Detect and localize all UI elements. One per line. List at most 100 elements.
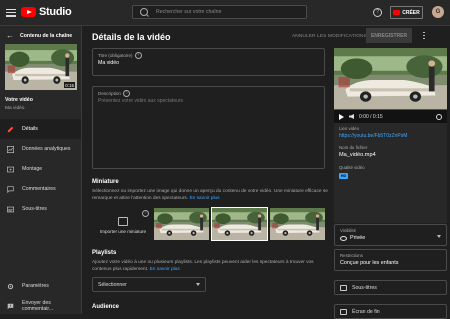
help-icon[interactable]: ? xyxy=(142,210,149,217)
file-name: Ma_vidéo.mp4 xyxy=(339,152,376,158)
playlist-select[interactable]: Sélectionner xyxy=(92,277,206,292)
chevron-down-icon xyxy=(437,235,441,238)
volume-icon[interactable] xyxy=(349,114,354,119)
chevron-down-icon xyxy=(196,283,200,286)
avatar[interactable]: G xyxy=(432,6,444,18)
sidebar-item-subtitles[interactable]: Sous-titres xyxy=(0,199,81,219)
thumbnail-option-3[interactable] xyxy=(270,208,325,240)
player-settings-icon[interactable] xyxy=(436,113,442,120)
save-button[interactable]: ENREGISTRER xyxy=(366,28,412,43)
learn-more-link[interactable]: En savoir plus xyxy=(150,267,180,272)
visibility-label: Visibilité xyxy=(340,228,357,233)
pencil-icon xyxy=(7,126,14,132)
title-field-label: Titre (obligatoire) xyxy=(98,53,133,58)
sidebar-item-label: Paramètres xyxy=(22,283,49,289)
sidebar-item-label: Données analytiques xyxy=(22,146,71,152)
sidebar-bottom: Paramètres Envoyer des commentair... xyxy=(0,276,81,316)
comments-icon xyxy=(7,185,14,193)
restrictions-value: Conçue pour les enfants xyxy=(340,260,399,266)
visibility-select[interactable]: Visibilité Privée xyxy=(334,224,447,246)
duration-badge: 0:15 xyxy=(64,82,75,88)
video-link[interactable]: https://youtu.be/Fb5T0zZnPsM xyxy=(339,133,407,139)
studio-logo[interactable]: Studio xyxy=(21,5,72,19)
create-button[interactable]: CRÉER xyxy=(390,6,423,19)
editor-icon xyxy=(7,166,14,172)
more-options-icon[interactable] xyxy=(423,30,426,41)
sidebar-item-comments[interactable]: Commentaires xyxy=(0,179,81,199)
sidebar-item-editor[interactable]: Montage xyxy=(0,159,81,179)
back-arrow-icon: ← xyxy=(6,31,14,40)
search-placeholder: Rechercher sur votre chaîne xyxy=(156,9,222,15)
restrictions-box[interactable]: Restrictions Conçue pour les enfants xyxy=(334,249,447,271)
sidebar-item-settings[interactable]: Paramètres xyxy=(0,276,81,296)
description-field-label: Description xyxy=(98,91,121,96)
feedback-icon xyxy=(7,303,14,309)
playlists-section-title: Playlists xyxy=(92,250,117,256)
upload-image-icon xyxy=(118,217,128,226)
help-icon[interactable]: ? xyxy=(373,8,382,17)
thumbnail-option-2[interactable] xyxy=(211,207,268,241)
thumbnail-description: Sélectionnez ou importez une image qui d… xyxy=(92,188,328,202)
player-controls: 0:00 / 0:15 xyxy=(334,110,447,123)
subtitles-button[interactable]: Sous-titres xyxy=(334,280,447,295)
player-time: 0:00 / 0:15 xyxy=(359,113,383,120)
sidebar-item-label: Commentaires xyxy=(22,186,56,192)
playlists-description: Ajoutez votre vidéo à une ou plusieurs p… xyxy=(92,259,328,273)
subtitles-icon xyxy=(7,206,14,212)
learn-more-link[interactable]: En savoir plus xyxy=(189,196,219,201)
help-icon[interactable]: ? xyxy=(122,90,130,97)
search-input[interactable]: Rechercher sur votre chaîne xyxy=(132,5,307,19)
play-icon[interactable] xyxy=(339,113,344,120)
restrictions-label: Restrictions xyxy=(340,253,363,258)
video-link-label: Lien vidéo xyxy=(339,126,360,131)
create-label: CRÉER xyxy=(402,9,420,16)
end-screen-button[interactable]: Écran de fin xyxy=(334,304,447,319)
video-player[interactable]: 0:00 / 0:15 xyxy=(334,48,447,123)
file-name-label: Nom du fichier xyxy=(339,145,368,150)
playlist-select-label: Sélectionner xyxy=(98,281,127,288)
hamburger-menu-icon[interactable] xyxy=(6,7,16,17)
description-placeholder: Présentez votre vidéo aux spectateurs xyxy=(98,98,184,104)
your-video-label: Votre vidéo xyxy=(5,97,33,103)
back-to-content[interactable]: ← Contenu de la chaîne xyxy=(6,31,72,40)
upload-thumbnail-label: Importer une miniature xyxy=(99,229,147,234)
sidebar: ← Contenu de la chaîne 0:15 Votre vidéo … xyxy=(0,26,82,314)
title-field[interactable]: Titre (obligatoire) ? Ma vidéo xyxy=(92,48,325,76)
audience-section-title: Audience xyxy=(92,304,120,310)
page-title: Détails de la vidéo xyxy=(92,32,171,42)
sidebar-item-label: Sous-titres xyxy=(22,206,47,212)
youtube-logo-icon xyxy=(21,7,36,17)
title-field-value: Ma vidéo xyxy=(98,60,120,66)
thumbnail-section-title: Miniature xyxy=(92,179,119,185)
eye-icon xyxy=(340,235,347,241)
sidebar-nav: Détails Données analytiques Montage Comm… xyxy=(0,119,81,219)
help-icon[interactable]: ? xyxy=(134,52,142,59)
hd-badge: HD xyxy=(339,173,348,179)
visibility-value-row: Privée xyxy=(340,235,365,241)
sidebar-item-label: Envoyer des commentair... xyxy=(22,300,54,312)
thumbnail-option-1[interactable] xyxy=(154,208,209,240)
sidebar-item-label: Détails xyxy=(22,126,38,132)
subtitles-icon xyxy=(340,284,347,291)
video-thumbnail[interactable]: 0:15 xyxy=(5,44,77,90)
sidebar-item-analytics[interactable]: Données analytiques xyxy=(0,139,81,159)
sidebar-item-label: Montage xyxy=(22,166,43,172)
top-bar: Studio Rechercher sur votre chaîne ? CRÉ… xyxy=(0,0,450,26)
main-content: Détails de la vidéo ANNULER LES MODIFICA… xyxy=(82,26,450,319)
video-quality-label: Qualité vidéo xyxy=(339,165,365,170)
analytics-icon xyxy=(7,145,14,153)
description-field-label-row: Description ? xyxy=(98,90,130,97)
sidebar-item-feedback[interactable]: Envoyer des commentair... xyxy=(0,296,81,316)
visibility-value: Privée xyxy=(350,235,366,241)
sidebar-item-details[interactable]: Détails xyxy=(0,119,81,139)
video-camera-icon xyxy=(393,10,401,15)
gear-icon xyxy=(7,283,14,289)
subtitles-label: Sous-titres xyxy=(352,284,377,291)
video-info-panel: Lien vidéo https://youtu.be/Fb5T0zZnPsM … xyxy=(334,123,447,223)
title-field-label-row: Titre (obligatoire) ? xyxy=(98,52,142,59)
search-icon xyxy=(140,8,148,16)
video-name: Ma vidéo xyxy=(5,106,25,111)
undo-changes-button[interactable]: ANNULER LES MODIFICATIONS xyxy=(292,34,367,39)
description-field[interactable]: Description ? Présentez votre vidéo aux … xyxy=(92,86,325,169)
logo-text: Studio xyxy=(39,6,72,18)
